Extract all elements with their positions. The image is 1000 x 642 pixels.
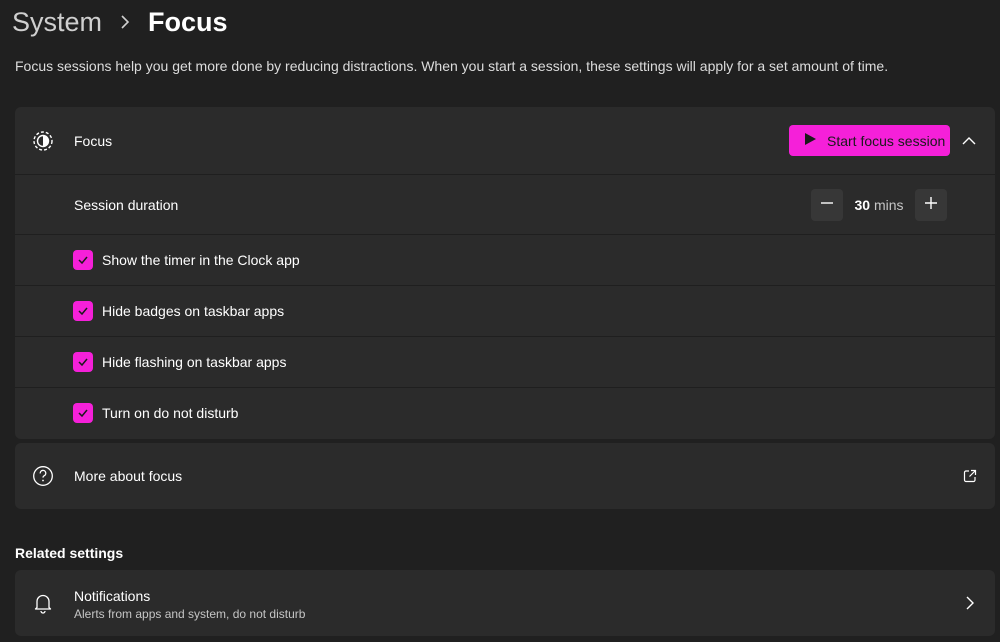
related-settings-heading: Related settings xyxy=(15,545,124,561)
notifications-subtitle: Alerts from apps and system, do not dist… xyxy=(74,607,306,621)
duration-value: 30 mins xyxy=(843,197,915,213)
breadcrumb-system[interactable]: System xyxy=(12,7,102,38)
checkbox-dnd[interactable] xyxy=(73,403,93,423)
minus-icon xyxy=(820,196,834,215)
duration-number: 30 xyxy=(854,197,871,213)
increase-duration-button[interactable] xyxy=(915,189,947,221)
checkmark-icon xyxy=(78,358,88,367)
checkbox-badges[interactable] xyxy=(73,301,93,321)
plus-icon xyxy=(924,196,938,215)
option-row-flashing[interactable]: Hide flashing on taskbar apps xyxy=(15,336,995,387)
more-about-focus-link[interactable]: More about focus xyxy=(15,443,995,509)
start-focus-session-label: Start focus session xyxy=(827,132,946,149)
chevron-right-icon xyxy=(114,11,136,33)
more-about-focus-label: More about focus xyxy=(74,468,183,484)
focus-settings-group: Focus Start focus session Session durati… xyxy=(15,107,995,439)
option-label-flashing: Hide flashing on taskbar apps xyxy=(102,354,287,370)
option-label-dnd: Turn on do not disturb xyxy=(102,405,239,421)
checkmark-icon xyxy=(78,409,88,418)
checkmark-icon xyxy=(78,307,88,316)
session-duration-label: Session duration xyxy=(74,196,179,213)
duration-unit: mins xyxy=(873,197,904,213)
bell-icon xyxy=(31,591,55,615)
page-title: Focus xyxy=(148,6,228,37)
notifications-link[interactable]: Notifications Alerts from apps and syste… xyxy=(15,570,995,636)
decrease-duration-button[interactable] xyxy=(811,189,843,221)
session-duration-stepper: 30 mins xyxy=(811,189,947,221)
focus-title: Focus xyxy=(74,132,113,149)
option-row-badges[interactable]: Hide badges on taskbar apps xyxy=(15,285,995,336)
focus-icon xyxy=(31,129,55,153)
start-focus-session-button[interactable]: Start focus session xyxy=(789,125,950,156)
checkbox-timer[interactable] xyxy=(73,250,93,270)
more-about-focus-row[interactable]: More about focus xyxy=(15,443,995,509)
play-icon xyxy=(803,132,817,149)
option-row-timer[interactable]: Show the timer in the Clock app xyxy=(15,234,995,285)
notifications-title: Notifications xyxy=(74,588,151,604)
chevron-up-icon[interactable] xyxy=(959,131,979,151)
checkbox-flashing[interactable] xyxy=(73,352,93,372)
option-label-badges: Hide badges on taskbar apps xyxy=(102,303,285,319)
focus-header-row[interactable]: Focus Start focus session xyxy=(15,107,995,174)
option-label-timer: Show the timer in the Clock app xyxy=(102,252,300,268)
checkmark-icon xyxy=(78,256,88,265)
session-duration-row: Session duration 30 mins xyxy=(15,174,995,234)
open-external-icon xyxy=(961,467,979,485)
breadcrumb: System Focus xyxy=(12,2,228,42)
page-description: Focus sessions help you get more done by… xyxy=(15,58,889,74)
option-row-dnd[interactable]: Turn on do not disturb xyxy=(15,387,995,438)
help-icon xyxy=(31,464,55,488)
chevron-right-icon xyxy=(961,594,979,612)
